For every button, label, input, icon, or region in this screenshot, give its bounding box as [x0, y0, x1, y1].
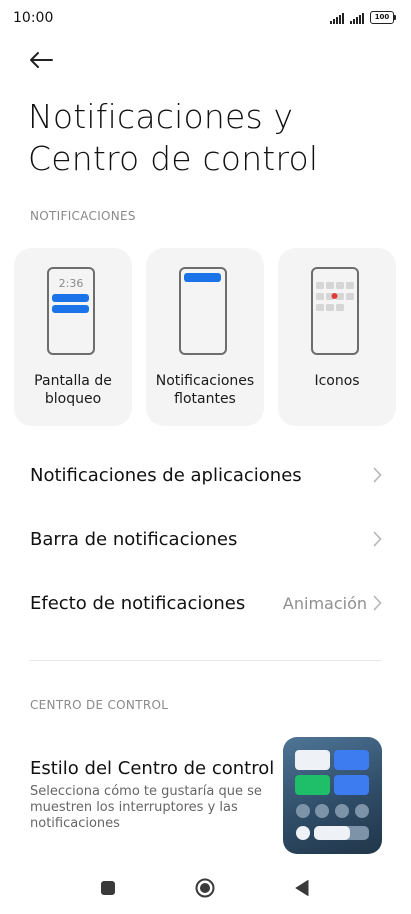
- section-label-notifications: NOTIFICACIONES: [30, 209, 136, 223]
- status-icons: 100: [330, 11, 396, 24]
- row-title: Barra de notificaciones: [30, 528, 238, 550]
- control-center-style-title[interactable]: Estilo del Centro de control: [30, 758, 274, 779]
- square-icon: [101, 881, 115, 895]
- arrow-left-icon: [30, 52, 53, 68]
- page-title: Notificaciones y Centro de control: [28, 97, 319, 178]
- card-icons[interactable]: Iconos: [278, 248, 396, 426]
- status-time: 10:00: [13, 10, 54, 26]
- card-label: Iconos: [314, 373, 360, 389]
- row-notification-effect[interactable]: Efecto de notificaciones Animación: [30, 583, 382, 623]
- back-nav-button[interactable]: [294, 879, 310, 901]
- section-label-control-center: CENTRO DE CONTROL: [30, 698, 169, 712]
- notification-bar: [52, 294, 89, 302]
- divider: [30, 660, 382, 661]
- notification-bar: [52, 305, 89, 313]
- control-center-preview-icon: [295, 750, 369, 840]
- signal-icon: [350, 13, 364, 24]
- lock-screen-clock: 2:36: [58, 277, 84, 290]
- row-notification-bar[interactable]: Barra de notificaciones: [30, 519, 382, 559]
- icons-illustration: [311, 267, 359, 355]
- row-title: Efecto de notificaciones: [30, 592, 246, 614]
- chevron-right-icon: [373, 595, 382, 611]
- circle-icon: [195, 878, 215, 898]
- row-title: Notificaciones de aplicaciones: [30, 464, 302, 486]
- navigation-bar: [0, 866, 411, 910]
- control-center-style-description: Selecciona cómo te gustaría que se muest…: [30, 784, 262, 831]
- status-bar: 10:00 100: [0, 0, 411, 36]
- card-floating-notifications[interactable]: Notificaciones flotantes: [146, 248, 264, 426]
- app-grid-icon: [316, 282, 354, 311]
- card-label: Pantalla de bloqueo: [34, 373, 112, 407]
- card-lock-screen[interactable]: 2:36 Pantalla de bloqueo: [14, 248, 132, 426]
- chevron-right-icon: [373, 467, 382, 483]
- notification-bar: [184, 273, 221, 282]
- control-center-style-preview[interactable]: [283, 737, 382, 854]
- battery-icon: 100: [370, 11, 396, 24]
- home-button[interactable]: [195, 878, 215, 902]
- signal-icon: [330, 13, 344, 24]
- chevron-right-icon: [373, 531, 382, 547]
- row-value: Animación: [282, 593, 367, 613]
- floating-notifications-illustration: [179, 267, 227, 355]
- back-button[interactable]: [26, 46, 56, 74]
- recents-button[interactable]: [100, 880, 116, 900]
- card-label: Notificaciones flotantes: [155, 373, 255, 407]
- triangle-left-icon: [295, 880, 309, 896]
- lock-screen-illustration: 2:36: [47, 267, 95, 355]
- row-app-notifications[interactable]: Notificaciones de aplicaciones: [30, 455, 382, 495]
